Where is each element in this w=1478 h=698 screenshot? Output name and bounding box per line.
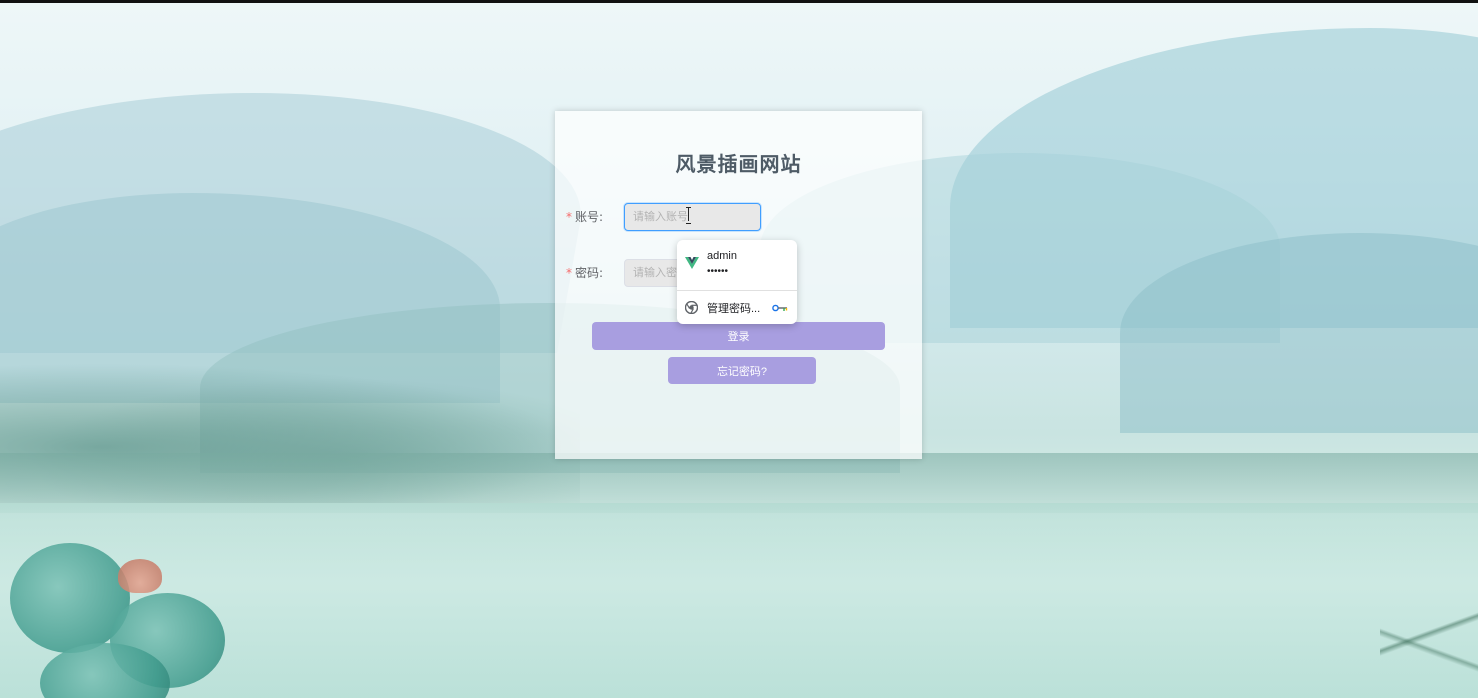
forgot-password-button[interactable]: 忘记密码? xyxy=(668,357,816,384)
password-label-text: 密码: xyxy=(575,266,604,280)
required-mark: * xyxy=(566,210,572,224)
credential-username: admin xyxy=(707,250,737,262)
required-mark: * xyxy=(566,266,572,280)
account-label: * 账号: xyxy=(566,203,603,231)
saved-credential-item[interactable]: admin •••••• xyxy=(677,240,797,290)
lake-water xyxy=(0,503,1478,698)
account-label-text: 账号: xyxy=(575,210,604,224)
manage-passwords-label: 管理密码... xyxy=(707,303,761,315)
bamboo-branch xyxy=(1380,573,1478,698)
key-icon xyxy=(772,304,788,312)
lotus-flower xyxy=(118,559,162,593)
site-title: 风景插画网站 xyxy=(675,152,802,176)
text-cursor-icon xyxy=(686,207,692,224)
manage-passwords-item[interactable]: 管理密码... xyxy=(677,291,797,324)
login-button[interactable]: 登录 xyxy=(592,322,885,350)
account-input[interactable] xyxy=(624,203,761,231)
vue-logo-icon xyxy=(685,257,699,269)
chrome-icon xyxy=(685,301,698,314)
password-autofill-popup: admin •••••• 管理密码... xyxy=(677,240,797,324)
password-label: * 密码: xyxy=(566,259,603,287)
credential-password-mask: •••••• xyxy=(707,266,729,277)
account-form-row: * 账号: xyxy=(555,203,922,233)
